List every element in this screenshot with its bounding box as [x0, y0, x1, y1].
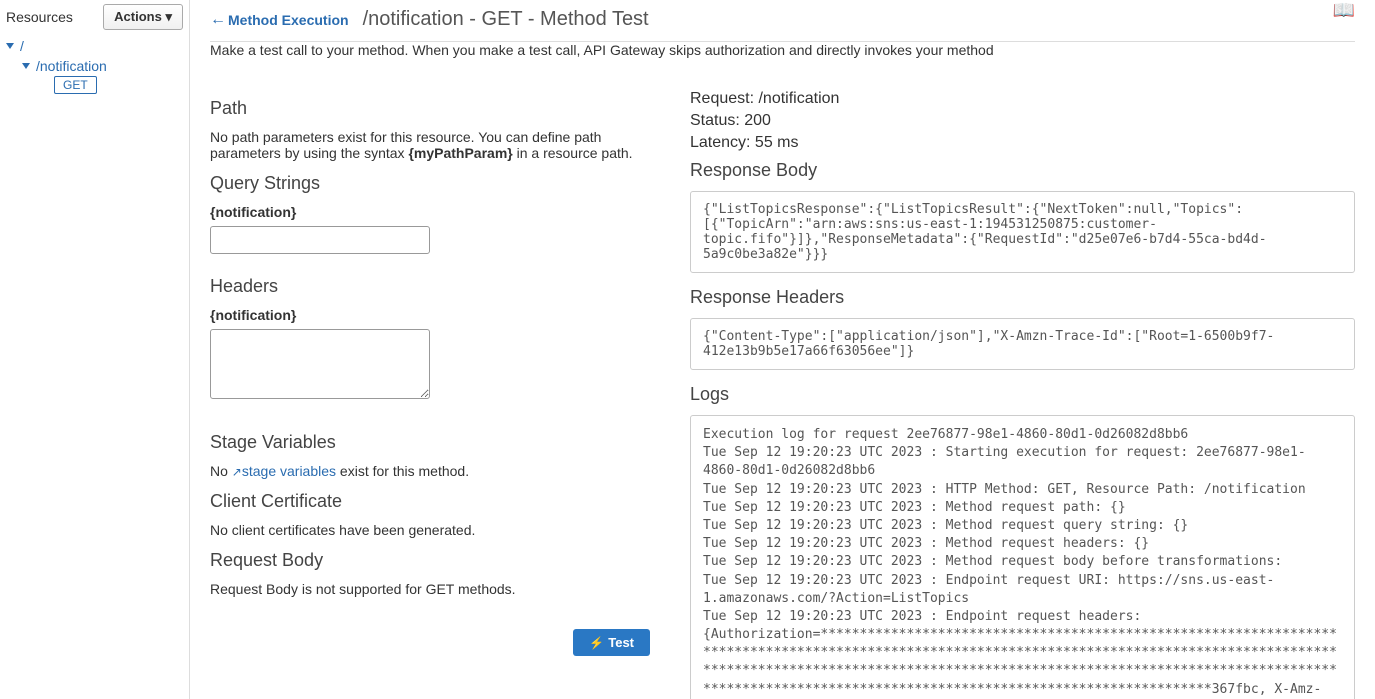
- path-param-example: {myPathParam}: [408, 145, 512, 161]
- query-label: {notification}: [210, 204, 650, 220]
- actions-button[interactable]: Actions ▾: [103, 4, 183, 30]
- caret-down-icon: [22, 63, 30, 69]
- arrow-left-icon: ←: [210, 11, 226, 29]
- stage-tail: exist for this method.: [336, 463, 469, 479]
- cert-heading: Client Certificate: [210, 491, 650, 512]
- result-latency: Latency: 55 ms: [690, 134, 1355, 152]
- stage-heading: Stage Variables: [210, 432, 650, 453]
- response-body-heading: Response Body: [690, 160, 1355, 181]
- sidebar-title: Resources: [6, 9, 103, 25]
- body-text: Request Body is not supported for GET me…: [210, 581, 650, 597]
- stage-variables-link[interactable]: ↗stage variables: [232, 463, 336, 479]
- headers-heading: Headers: [210, 276, 650, 297]
- page-title: /notification - GET - Method Test: [363, 8, 649, 31]
- logs-heading: Logs: [690, 384, 1355, 405]
- caret-down-icon: ▾: [165, 9, 172, 24]
- tree-root-label: /: [20, 38, 24, 54]
- left-column: Path No path parameters exist for this r…: [210, 86, 650, 699]
- path-text: No path parameters exist for this resour…: [210, 129, 650, 161]
- response-headers-heading: Response Headers: [690, 287, 1355, 308]
- test-button-label: Test: [608, 635, 634, 650]
- resource-tree: / /notification GET: [6, 36, 183, 94]
- logs-box: Execution log for request 2ee76877-98e1-…: [690, 415, 1355, 699]
- tree-resource[interactable]: /notification: [22, 56, 183, 76]
- right-column: Request: /notification Status: 200 Laten…: [690, 86, 1355, 699]
- caret-down-icon: [6, 43, 14, 49]
- cert-text: No client certificates have been generat…: [210, 522, 650, 538]
- main: ← Method Execution /notification - GET -…: [190, 0, 1375, 699]
- intro-text: Make a test call to your method. When yo…: [210, 42, 1355, 58]
- response-headers-box: {"Content-Type":["application/json"],"X-…: [690, 318, 1355, 370]
- headers-input[interactable]: [210, 329, 430, 399]
- query-input[interactable]: [210, 226, 430, 254]
- tree-resource-label: /notification: [36, 58, 107, 74]
- response-body-box: {"ListTopicsResponse":{"ListTopicsResult…: [690, 191, 1355, 273]
- stage-link-text: stage variables: [242, 463, 336, 479]
- path-text-post: in a resource path.: [513, 145, 633, 161]
- external-link-icon: ↗: [232, 465, 242, 479]
- headers-label: {notification}: [210, 307, 650, 323]
- tree-method-get[interactable]: GET: [54, 76, 97, 94]
- bolt-icon: ⚡: [589, 636, 604, 650]
- book-icon[interactable]: 📖: [1333, 0, 1355, 21]
- result-status: Status: 200: [690, 112, 1355, 130]
- stage-no: No: [210, 463, 232, 479]
- sidebar: Resources Actions ▾ / /notification GET: [0, 0, 190, 699]
- result-request: Request: /notification: [690, 90, 1355, 108]
- body-heading: Request Body: [210, 550, 650, 571]
- path-heading: Path: [210, 98, 650, 119]
- back-to-method-execution[interactable]: ← Method Execution: [210, 11, 349, 29]
- query-heading: Query Strings: [210, 173, 650, 194]
- topbar: ← Method Execution /notification - GET -…: [210, 0, 1355, 42]
- stage-text: No ↗stage variables exist for this metho…: [210, 463, 650, 479]
- back-label: Method Execution: [228, 12, 349, 28]
- tree-root[interactable]: /: [6, 36, 183, 56]
- test-button[interactable]: ⚡ Test: [573, 629, 650, 656]
- actions-label: Actions: [114, 9, 162, 24]
